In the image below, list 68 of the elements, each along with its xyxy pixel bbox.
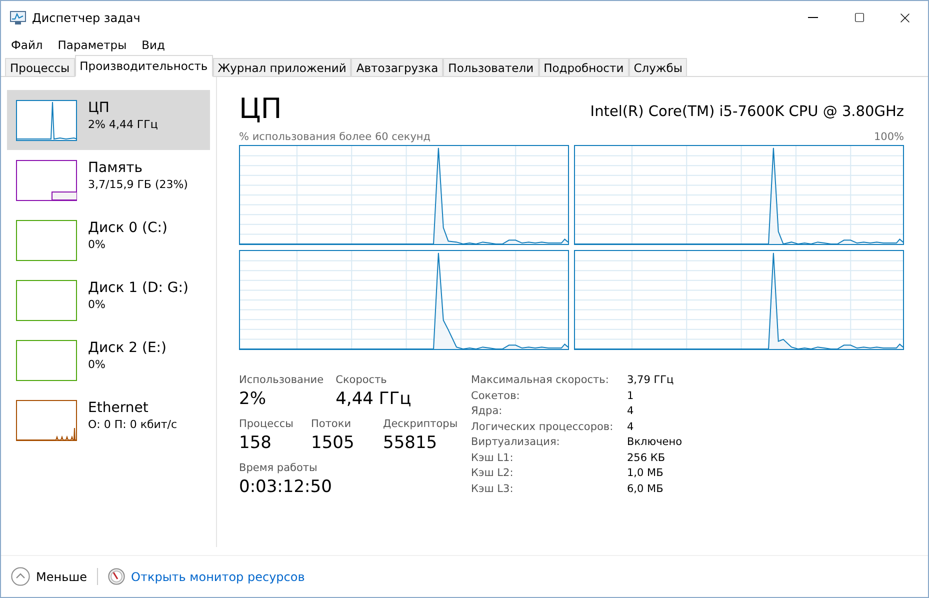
menu-item[interactable]: Файл [3, 38, 50, 52]
resource-name: ЦП [88, 100, 110, 116]
resource-name: Диск 0 (C:) [88, 220, 168, 236]
detail-value: 1 [627, 390, 635, 402]
graph-max-label: 100% [874, 131, 904, 143]
stat-value: 55815 [383, 433, 438, 453]
detail-value: 4 [627, 420, 635, 432]
detail-label: Кэш L1: [471, 452, 514, 464]
stat-label: Использование [239, 374, 324, 386]
detail-value: 6,0 МБ [627, 482, 664, 494]
detail-label: Ядра: [471, 405, 504, 417]
stat-value: 4,44 ГГц [336, 389, 412, 409]
resource-name: Ethernet [88, 400, 150, 416]
tab[interactable]: Службы [628, 58, 688, 77]
resource-item[interactable]: ЦП 2% 4,44 ГГц [7, 90, 210, 150]
detail-label: Кэш L3: [471, 482, 514, 494]
stat-label: Скорость [336, 374, 388, 386]
detail-label: Виртуализация: [471, 436, 561, 448]
resource-name: Память [88, 160, 144, 176]
stat-value: 158 [239, 433, 272, 453]
resource-detail: 0% [88, 298, 106, 310]
detail-label: Кэш L2: [471, 467, 514, 479]
resource-detail: О: 0 П: 0 кбит/с [88, 418, 178, 430]
stat-value: 1505 [311, 433, 356, 453]
stat-label: Потоки [311, 418, 352, 430]
detail-label: Сокетов: [471, 390, 521, 402]
stat-label: Время работы [239, 462, 318, 474]
detail-value: 1,0 МБ [627, 467, 664, 479]
resource-item[interactable]: Ethernet О: 0 П: 0 кбит/с [7, 390, 210, 450]
fewer-details-button[interactable]: Меньше [11, 567, 88, 586]
resource-name: Диск 2 (E:) [88, 340, 166, 356]
resource-item[interactable]: Диск 0 (C:) 0% [7, 210, 210, 270]
resource-item[interactable]: Диск 1 (D: G:) 0% [7, 270, 210, 330]
gauge-icon [108, 568, 126, 585]
tab[interactable]: Пользователи [443, 58, 539, 77]
stat-value: 0:03:12:50 [239, 477, 332, 497]
tab[interactable]: Процессы [5, 58, 75, 77]
window-title: Диспетчер задач [32, 10, 142, 24]
tab[interactable]: Подробности [538, 58, 629, 77]
graph-caption: % использования более 60 секунд [239, 131, 431, 143]
detail-label: Логических процессоров: [471, 420, 614, 432]
stat-label: Дескрипторы [383, 418, 458, 430]
menu-item[interactable]: Вид [134, 38, 172, 52]
detail-value: 4 [627, 405, 635, 417]
tab[interactable]: Автозагрузка [351, 58, 444, 77]
tab[interactable]: Производительность [74, 55, 213, 77]
chevron-up-icon [11, 567, 30, 586]
detail-value: Включено [627, 436, 682, 448]
detail-label: Максимальная скорость: [471, 374, 610, 386]
resource-item[interactable]: Память 3,7/15,9 ГБ (23%) [7, 150, 210, 210]
resource-monitor-link[interactable]: Открыть монитор ресурсов [131, 570, 305, 584]
resource-detail: 3,7/15,9 ГБ (23%) [88, 178, 188, 190]
resource-detail: 0% [88, 238, 106, 250]
app-icon [10, 10, 26, 24]
detail-value: 3,79 ГГц [627, 374, 675, 386]
resource-name: Диск 1 (D: G:) [88, 280, 188, 296]
stat-label: Процессы [239, 418, 294, 430]
tab[interactable]: Журнал приложений [212, 58, 352, 77]
resource-detail: 0% [88, 358, 106, 370]
maximize-icon [854, 12, 864, 23]
resource-detail: 2% 4,44 ГГц [88, 118, 158, 130]
device-name: Intel(R) Core(TM) i5-7600K CPU @ 3.80GHz [590, 104, 904, 120]
menu-item[interactable]: Параметры [50, 38, 134, 52]
detail-value: 256 КБ [627, 452, 666, 464]
resource-item[interactable]: Диск 2 (E:) 0% [7, 330, 210, 390]
stat-value: 2% [239, 389, 267, 409]
minimize-icon [808, 17, 818, 18]
panel-title: ЦП [239, 95, 282, 123]
